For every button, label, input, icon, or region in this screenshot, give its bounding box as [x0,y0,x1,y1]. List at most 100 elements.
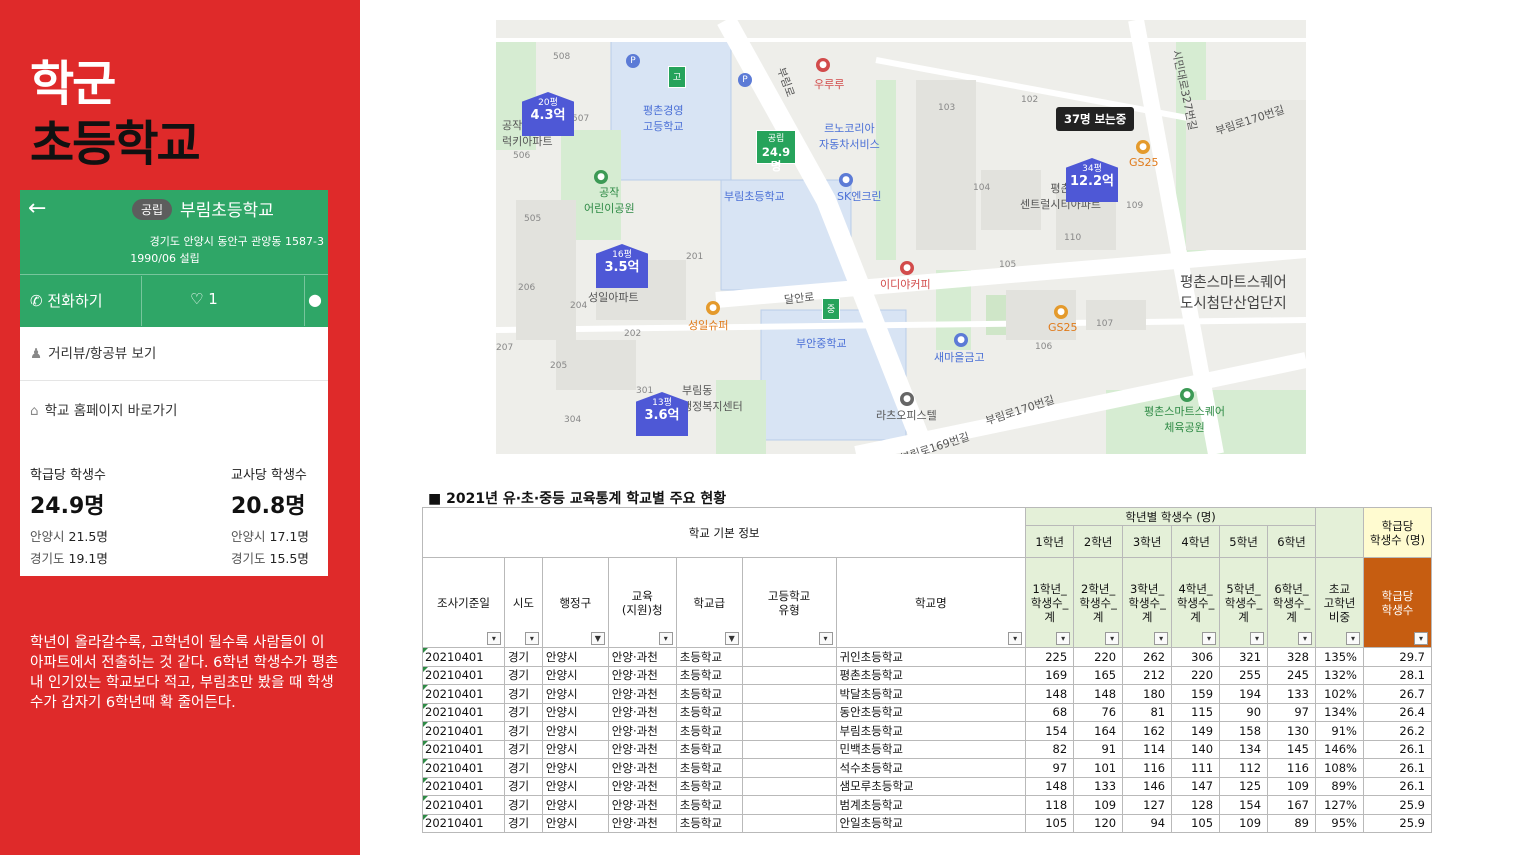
table-cell: 132% [1315,665,1364,685]
map-label-ururu: 우루루 [814,78,845,91]
table-cell: 94 [1122,813,1173,833]
table-cell: 167 [1267,795,1316,815]
filter-dropdown-icon[interactable]: ▼ [590,632,605,645]
table-cell: 105 [1171,813,1221,833]
table-cell: 158 [1219,721,1269,741]
filter-dropdown-icon[interactable]: ▾ [486,632,501,645]
filter-dropdown-icon[interactable]: ▾ [1008,632,1023,645]
divider [20,380,328,381]
table-cell: 안양·과천 [607,647,677,667]
table-cell: 81 [1122,702,1173,722]
streetview-label: 거리뷰/항공뷰 보기 [48,346,157,362]
table-cell [741,813,837,833]
table-cell: 90 [1219,702,1269,722]
table-row: 20210401 경기 안양시 안양·과천 초등학교 귀인초등학교 225 220 262 306… [422,647,1433,667]
table-cell: 76 [1073,702,1124,722]
middle-school-flag-icon[interactable]: 중 [822,298,840,320]
table-cell: 초등학교 [675,776,743,796]
filter-dropdown-icon[interactable]: ▾ [658,632,673,645]
table-cell: 162 [1122,721,1173,741]
park-icon: ● [594,170,608,184]
column-header-label: 학교급 [693,595,726,610]
table-cell: 102% [1315,684,1364,704]
grade-label: 1학년 [1025,525,1075,558]
filter-dropdown-icon[interactable]: ▾ [1154,632,1169,645]
table-cell: 135% [1315,647,1364,667]
table-cell: 114 [1122,739,1173,759]
parking-icon: P [738,73,752,87]
like-button[interactable]: ♡ 1 [190,290,218,308]
table-cell: 165 [1073,665,1124,685]
table-cell: 134 [1219,739,1269,759]
table-cell: 148 [1025,776,1075,796]
map-bldg-number: 207 [496,343,514,353]
map-view[interactable]: 평촌경영 고등학교 부림초등학교 부안중학교 공작 어린이공원 우루루 르노코리… [496,20,1306,454]
grade-label: 6학년 [1267,525,1316,558]
column-header: 교육 (지원)청 ▾ [607,557,677,648]
slide-title-line1: 학군 [30,56,116,112]
table-cell [741,665,837,685]
table-cell: 안양·과천 [607,758,677,778]
school-tag-marker[interactable]: 공립 24.9명 [756,130,796,173]
table-cell: 148 [1073,684,1124,704]
filter-dropdown-icon[interactable]: ▾ [1056,632,1071,645]
map-bldg-number: 105 [999,260,1017,270]
table-cell: 안양시 [541,702,609,722]
column-header: 2학년_ 학생수_ 계 ▾ [1073,557,1124,648]
restaurant-icon: ● [816,58,830,72]
table-cell: 255 [1219,665,1269,685]
table-cell: 경기 [503,758,543,778]
column-header: 시도 ▾ [503,557,543,648]
filter-dropdown-icon[interactable]: ▾ [1202,632,1217,645]
cafe-icon: ● [900,261,914,275]
table-cell: 220 [1171,665,1221,685]
filter-dropdown-icon[interactable]: ▾ [818,632,833,645]
table-cell: 133 [1267,684,1316,704]
map-label-dalan-ro: 달안로 [783,290,816,307]
gas-station-icon: ● [839,173,853,187]
high-school-flag-icon[interactable]: 고 [668,66,686,88]
streetview-link[interactable]: ♟ 거리뷰/항공뷰 보기 [30,342,156,362]
table-cell: 초등학교 [675,665,743,685]
map-bldg-number: 103 [938,103,956,113]
table-cell: 안일초등학교 [835,813,1027,833]
grade-label: 3학년 [1122,525,1173,558]
table-cell: 97 [1267,702,1316,722]
school-info-card: ← 공립 부림초등학교 경기도 안양시 동안구 관양동 1587-3 1990/… [20,190,328,576]
filter-dropdown-icon[interactable]: ▾ [1298,632,1312,645]
table-cell: 20210401 [422,739,505,759]
table-row: 20210401 경기 안양시 안양·과천 초등학교 안일초등학교 105 120 94 105 1… [422,813,1433,833]
filter-dropdown-icon[interactable]: ▾ [524,632,539,645]
filter-dropdown-icon[interactable]: ▾ [1345,632,1360,645]
filter-dropdown-icon[interactable]: ▾ [1414,632,1428,645]
column-header: 4학년_ 학생수_ 계 ▾ [1171,557,1221,648]
table-cell: 212 [1122,665,1173,685]
filter-dropdown-icon[interactable]: ▾ [1105,632,1120,645]
table-cell: 안양시 [541,665,609,685]
chat-bubble-icon[interactable]: ● [308,290,322,309]
homepage-link[interactable]: ⌂ 학교 홈페이지 바로가기 [30,399,177,419]
table-cell: 안양·과천 [607,665,677,685]
filter-dropdown-icon[interactable]: ▼ [724,632,739,645]
column-header-label: 3학년_ 학생수_ 계 [1128,581,1166,624]
table-cell: 146 [1122,776,1173,796]
phone-icon: ✆ [30,292,43,310]
back-arrow-icon[interactable]: ← [28,198,46,220]
table-cell: 97 [1025,758,1075,778]
filter-dropdown-icon[interactable]: ▾ [1250,632,1265,645]
call-button[interactable]: ✆ 전화하기 [30,290,103,311]
table-row: 20210401 경기 안양시 안양·과천 초등학교 부림초등학교 154 164 162 149… [422,721,1433,741]
per-class-label: 학급당 학생수 [30,468,106,483]
table-cell: 초등학교 [675,739,743,759]
column-header: 학급당 학생수 ▾ [1362,557,1433,648]
column-header: 고등학교 유형 ▾ [741,557,837,648]
table-title: ■ 2021년 유·초·중등 교육통계 학교별 주요 현황 [428,491,727,507]
table-cell: 박달초등학교 [835,684,1027,704]
table-cell: 안양·과천 [607,813,677,833]
column-header: 3학년_ 학생수_ 계 ▾ [1122,557,1173,648]
table-cell [741,739,837,759]
table-cell: 20210401 [422,795,505,815]
table-cell: 154 [1219,795,1269,815]
table-cell: 112 [1219,758,1269,778]
table-cell: 안양시 [541,647,609,667]
